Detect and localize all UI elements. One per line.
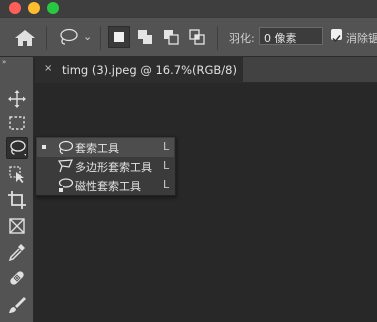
document-tab-title: timg (3).jpeg @ 16.7%(RGB/8) <box>62 63 237 77</box>
healing-brush-tool[interactable] <box>6 267 28 289</box>
options-separator <box>100 26 101 50</box>
window-minimize-button[interactable] <box>28 2 40 14</box>
add-to-selection-icon <box>138 30 152 44</box>
eyedropper-tool[interactable] <box>6 241 28 263</box>
marquee-tool-icon <box>9 116 25 130</box>
healing-brush-tool-icon <box>10 271 24 285</box>
add-to-selection-button[interactable] <box>134 26 156 48</box>
subtract-from-selection-icon <box>164 30 179 45</box>
quick-selection-tool[interactable] <box>6 163 28 185</box>
flyout-item-shortcut: L <box>163 140 170 153</box>
toolbar-collapse-icon[interactable]: » <box>2 58 6 66</box>
home-icon[interactable] <box>14 29 36 47</box>
feather-input[interactable]: 0 像素 <box>259 27 323 45</box>
quick-selection-tool-icon <box>9 166 24 183</box>
intersect-selection-button[interactable] <box>186 26 208 48</box>
frame-tool-icon <box>9 218 25 234</box>
document-tab-bar: × timg (3).jpeg @ 16.7%(RGB/8) <box>35 57 377 83</box>
lasso-icon[interactable] <box>57 27 79 47</box>
eyedropper-tool-icon <box>8 244 25 262</box>
window-close-button[interactable] <box>9 2 21 14</box>
subtract-from-selection-button[interactable] <box>160 26 182 48</box>
checkmark-icon <box>332 35 341 43</box>
flyout-item-shortcut: L <box>163 178 170 191</box>
selected-indicator <box>42 145 46 149</box>
options-separator <box>46 26 47 50</box>
window-titlebar <box>0 0 377 17</box>
new-selection-icon <box>114 32 124 42</box>
lasso-tool[interactable] <box>6 137 28 159</box>
crop-tool[interactable] <box>6 189 28 211</box>
flyout-item-magnetic-lasso[interactable]: 磁性套索工具 L <box>37 176 174 195</box>
marquee-tool[interactable] <box>6 112 28 134</box>
options-separator <box>217 26 218 50</box>
flyout-item-polygonal-lasso[interactable]: 多边形套索工具 L <box>37 157 174 176</box>
lasso-tool-icon <box>10 140 26 156</box>
options-bar: ⌄ 羽化: 0 像素 消除锯 <box>0 17 377 57</box>
magnetic-lasso-icon <box>58 178 74 192</box>
antialias-checkbox[interactable] <box>331 29 342 43</box>
brush-tool-icon <box>9 297 26 313</box>
move-tool-icon <box>8 90 26 108</box>
window-zoom-button[interactable] <box>47 2 59 14</box>
document-tab[interactable]: × timg (3).jpeg @ 16.7%(RGB/8) <box>35 57 243 83</box>
flyout-item-lasso[interactable]: 套索工具 L <box>37 138 174 157</box>
frame-tool[interactable] <box>6 215 28 237</box>
crop-tool-icon <box>8 191 26 209</box>
close-icon[interactable]: × <box>44 63 52 74</box>
move-tool[interactable] <box>6 88 28 110</box>
polygonal-lasso-icon <box>57 159 73 173</box>
flyout-item-label: 多边形套索工具 <box>75 161 152 174</box>
feather-label: 羽化: <box>229 32 255 45</box>
tool-preset-caret[interactable]: ⌄ <box>83 30 92 43</box>
antialias-label: 消除锯 <box>346 32 377 45</box>
flyout-item-shortcut: L <box>163 159 170 172</box>
lasso-icon <box>58 140 74 155</box>
brush-tool[interactable] <box>6 294 28 316</box>
lasso-tool-flyout: 套索工具 L 多边形套索工具 L 磁性套索工具 L <box>35 136 176 196</box>
flyout-item-label: 磁性套索工具 <box>75 180 141 193</box>
intersect-selection-icon <box>189 29 205 45</box>
new-selection-button[interactable] <box>108 26 130 48</box>
flyout-item-label: 套索工具 <box>75 142 119 155</box>
